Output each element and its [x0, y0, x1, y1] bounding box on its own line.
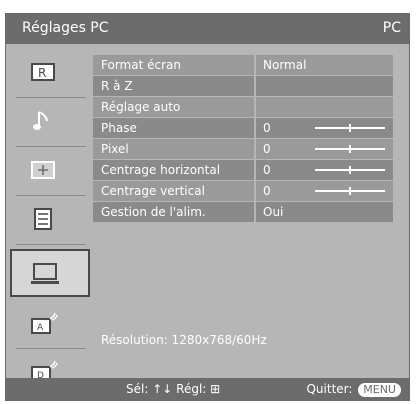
svg-text:R: R — [38, 66, 46, 80]
sidebar-item-pc[interactable] — [10, 249, 90, 297]
screen-icon — [30, 159, 56, 181]
menu-row-value: 0 — [263, 142, 271, 156]
menu-row-value: 0 — [263, 184, 271, 198]
value-separator — [254, 55, 256, 75]
sidebar-item-picture[interactable]: R — [10, 51, 90, 93]
sidebar: R A D — [10, 51, 90, 382]
menu-row-value: 0 — [263, 163, 271, 177]
menu-row-reglage-auto[interactable]: Réglage auto — [93, 97, 393, 117]
sound-icon — [30, 110, 56, 132]
input-a-icon: A — [30, 313, 58, 335]
menu-row-phase[interactable]: Phase 0 — [93, 118, 393, 138]
sidebar-divider — [16, 244, 86, 245]
sidebar-divider — [16, 195, 86, 196]
sidebar-item-input-a[interactable]: A — [10, 303, 90, 345]
menu-row-label: Pixel — [101, 142, 129, 156]
quit-hint-label: Quitter: — [306, 382, 353, 396]
sidebar-item-screen[interactable] — [10, 149, 90, 191]
navigation-hint: Sél: ↑↓ Régl: ⊞ — [126, 382, 220, 396]
sidebar-divider — [16, 348, 86, 349]
menu-row-label: Centrage vertical — [101, 184, 205, 198]
slider-thumb[interactable] — [349, 145, 351, 153]
menu-row-r-a-z[interactable]: R à Z — [93, 76, 393, 96]
sidebar-divider — [16, 146, 86, 147]
slider-thumb[interactable] — [349, 124, 351, 132]
value-separator — [254, 97, 256, 117]
menu-row-value: 0 — [263, 121, 271, 135]
menu-row-label: Phase — [101, 121, 137, 135]
menu-row-pixel[interactable]: Pixel 0 — [93, 139, 393, 159]
svg-text:A: A — [37, 323, 44, 333]
slider-thumb[interactable] — [349, 187, 351, 195]
menu-row-value: Oui — [263, 205, 284, 219]
phase-slider[interactable] — [315, 124, 385, 132]
sidebar-divider — [16, 97, 86, 98]
menu-row-format-ecran[interactable]: Format écran Normal — [93, 55, 393, 75]
value-separator — [254, 118, 256, 138]
menu-row-centrage-horizontal[interactable]: Centrage horizontal 0 — [93, 160, 393, 180]
resolution-info: Résolution: 1280x768/60Hz — [101, 333, 267, 347]
menu-row-centrage-vertical[interactable]: Centrage vertical 0 — [93, 181, 393, 201]
adjust-hint-label: Régl: — [176, 382, 207, 396]
value-separator — [254, 202, 256, 222]
menu-row-label: R à Z — [101, 79, 133, 93]
horizontal-centering-slider[interactable] — [315, 166, 385, 174]
title-bar: Réglages PC PC — [6, 14, 409, 44]
adjust-pad-icon: ⊞ — [210, 382, 221, 396]
vertical-centering-slider[interactable] — [315, 187, 385, 195]
menu-row-label: Format écran — [101, 58, 181, 72]
arrow-up-down-icon: ↑↓ — [152, 382, 173, 396]
settings-menu: Format écran Normal R à Z Réglage auto P… — [93, 55, 393, 223]
page-title: Réglages PC — [22, 20, 109, 36]
setup-icon — [30, 208, 56, 230]
slider-thumb[interactable] — [349, 166, 351, 174]
osd-panel: Réglages PC PC R A D Format écran Normal… — [5, 13, 410, 401]
pc-icon — [30, 262, 59, 284]
value-separator — [254, 160, 256, 180]
menu-row-label: Centrage horizontal — [101, 163, 221, 177]
quit-hint: Quitter: MENU — [306, 382, 401, 397]
menu-row-value: Normal — [263, 58, 307, 72]
value-separator — [254, 76, 256, 96]
picture-icon: R — [30, 61, 56, 83]
value-separator — [254, 181, 256, 201]
sidebar-item-sound[interactable] — [10, 100, 90, 142]
footer-bar: Sél: ↑↓ Régl: ⊞ Quitter: MENU — [6, 378, 409, 400]
menu-row-label: Gestion de l'alim. — [101, 205, 206, 219]
value-separator — [254, 139, 256, 159]
select-hint-label: Sél: — [126, 382, 149, 396]
sidebar-item-setup[interactable] — [10, 198, 90, 240]
pixel-slider[interactable] — [315, 145, 385, 153]
menu-row-gestion-alim[interactable]: Gestion de l'alim. Oui — [93, 202, 393, 222]
menu-button[interactable]: MENU — [358, 383, 401, 397]
menu-row-label: Réglage auto — [101, 100, 181, 114]
input-source-label: PC — [382, 20, 401, 36]
